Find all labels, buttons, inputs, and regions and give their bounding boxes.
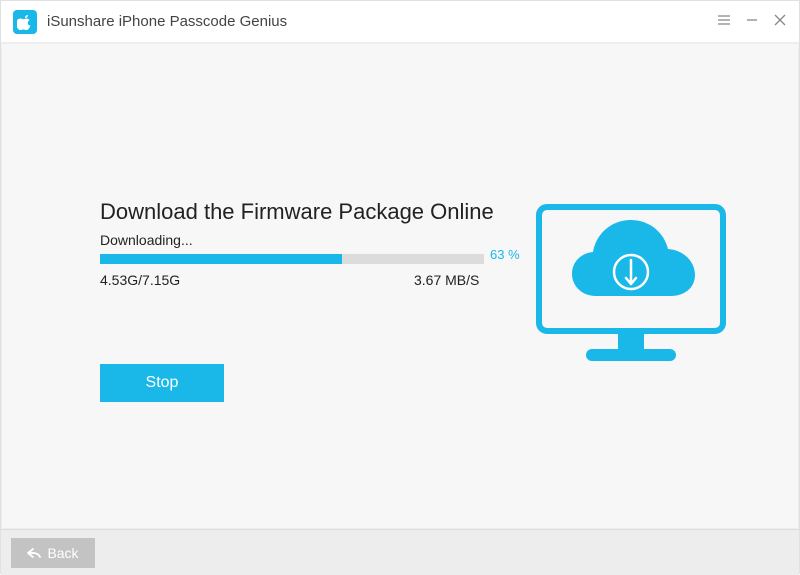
menu-icon[interactable]: [717, 13, 731, 30]
download-status: Downloading...: [100, 232, 193, 248]
cloud-icon: [572, 220, 695, 296]
app-title: iSunshare iPhone Passcode Genius: [47, 13, 717, 30]
page-title: Download the Firmware Package Online: [100, 199, 494, 225]
minimize-icon[interactable]: [745, 13, 759, 30]
footer-bar: Back: [1, 529, 799, 575]
close-icon[interactable]: [773, 13, 787, 30]
back-label: Back: [47, 545, 78, 561]
monitor-cloud-illustration: [536, 204, 726, 374]
download-size: 4.53G/7.15G: [100, 272, 180, 288]
progress-fill: [100, 254, 342, 264]
back-button[interactable]: Back: [11, 538, 95, 568]
content-area: Download the Firmware Package Online Dow…: [1, 43, 799, 529]
title-bar: iSunshare iPhone Passcode Genius: [1, 1, 799, 43]
progress-percent: 63 %: [490, 247, 520, 262]
stop-button[interactable]: Stop: [100, 364, 224, 402]
download-speed: 3.67 MB/S: [414, 272, 479, 288]
apple-icon: [17, 14, 33, 30]
app-logo: [13, 10, 37, 34]
back-arrow-icon: [27, 547, 41, 559]
progress-bar: [100, 254, 484, 264]
